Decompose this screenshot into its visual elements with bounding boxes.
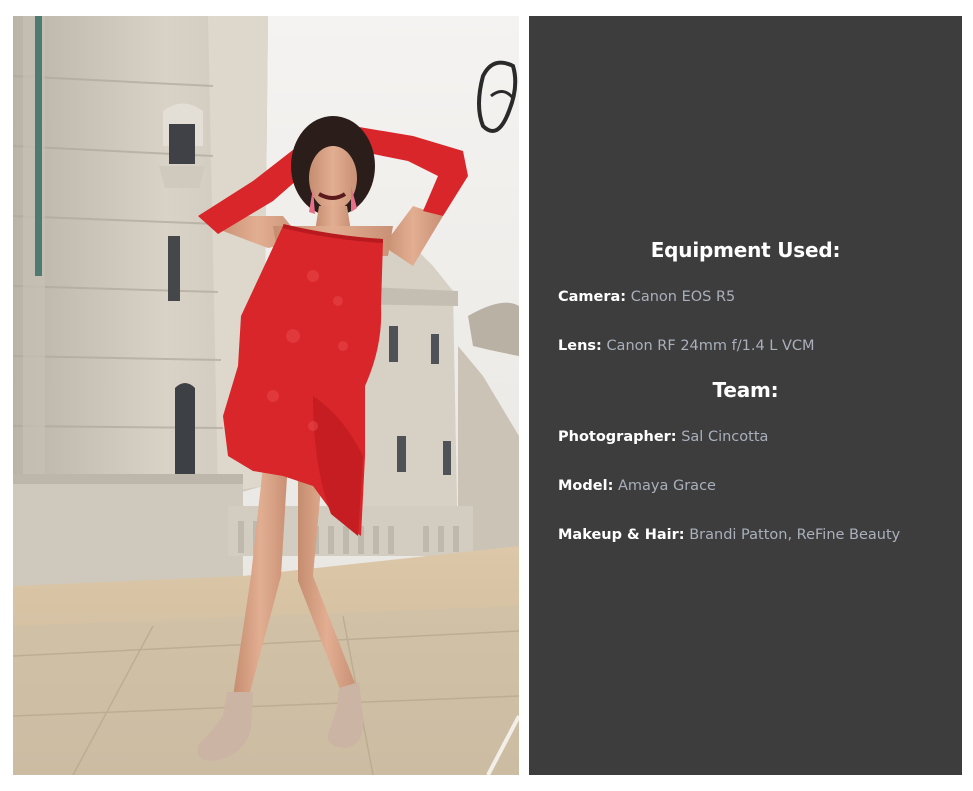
- credit-label: Photographer:: [558, 429, 677, 445]
- team-heading: Team:: [712, 378, 779, 402]
- credit-label: Lens:: [558, 338, 602, 354]
- credit-value: Canon EOS R5: [630, 289, 736, 305]
- credit-value: Brandi Patton, ReFine Beauty: [689, 527, 901, 543]
- credits-panel: Equipment Used: Camera: Canon EOS R5 Len…: [529, 16, 962, 775]
- credit-label: Model:: [558, 478, 614, 494]
- team-item-makeup-hair: Makeup & Hair: Brandi Patton, ReFine Bea…: [558, 525, 953, 545]
- credit-label: Makeup & Hair:: [558, 527, 685, 543]
- credit-value: Sal Cincotta: [681, 429, 769, 445]
- team-item-model: Model: Amaya Grace: [558, 476, 953, 496]
- credit-value: Amaya Grace: [617, 478, 716, 494]
- credit-value: Canon RF 24mm f/1.4 L VCM: [606, 338, 815, 354]
- equipment-heading: Equipment Used:: [650, 238, 841, 262]
- equipment-item-lens: Lens: Canon RF 24mm f/1.4 L VCM: [558, 336, 953, 356]
- credit-label: Camera:: [558, 289, 627, 305]
- equipment-item-camera: Camera: Canon EOS R5: [558, 287, 953, 307]
- team-item-photographer: Photographer: Sal Cincotta: [558, 427, 953, 447]
- fashion-photo: [13, 16, 519, 775]
